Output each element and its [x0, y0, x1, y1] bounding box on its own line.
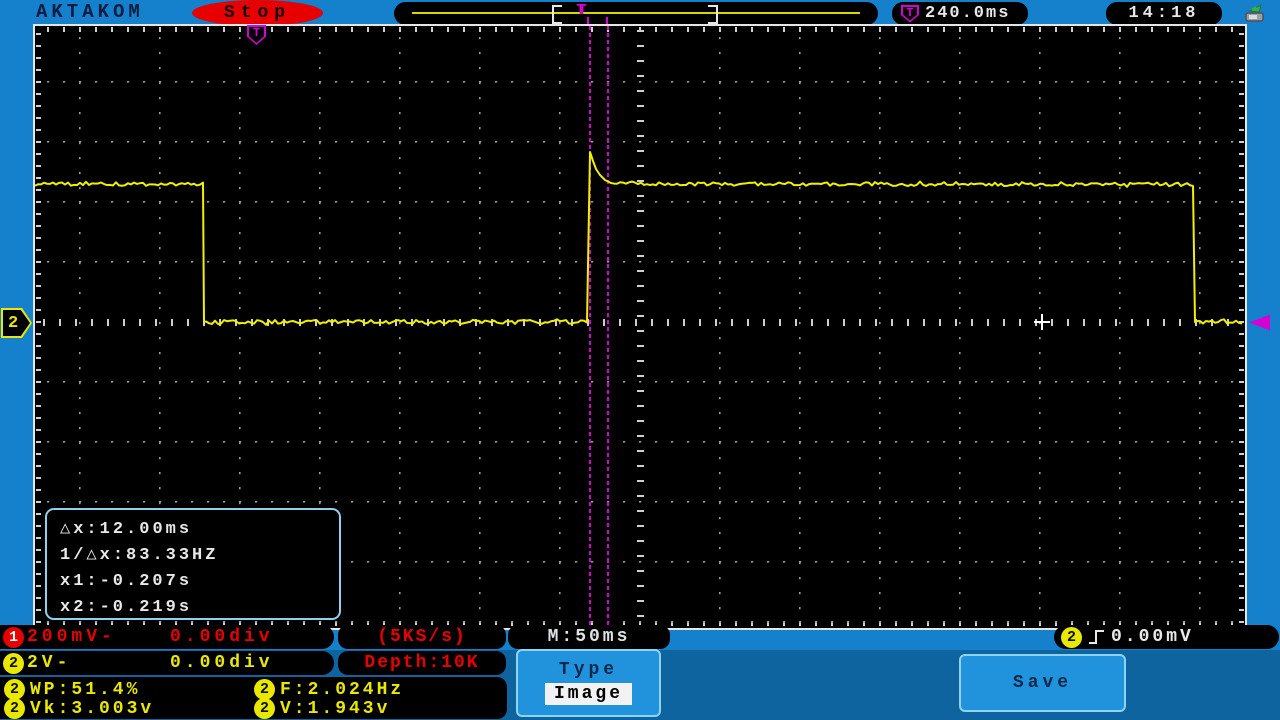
ch1-badge: 1 — [3, 626, 24, 648]
measurement-f: 2 F:2.024Hz — [254, 679, 404, 700]
ch2-scale: 2V- — [27, 653, 72, 673]
ch2-offset: 0.00div — [170, 653, 274, 673]
measurement-vk: 2 Vk:3.003v — [4, 698, 154, 719]
view-window-bracket-left[interactable] — [552, 5, 562, 24]
ch2-waveform-trace — [34, 151, 1243, 326]
trigger-time-value: 240.0ms — [925, 4, 1011, 23]
sample-rate-readout: (5KS/s) — [338, 625, 506, 649]
record-waveform-line — [412, 12, 860, 14]
meas-ch-badge: 2 — [4, 698, 25, 719]
trigger-time-readout: T 240.0ms — [892, 2, 1028, 25]
ch2-zero-marker[interactable]: 2 — [1, 308, 32, 338]
type-button-label: Type — [558, 660, 619, 680]
cursor-x2: x2:-0.219s — [60, 598, 193, 617]
trigger-source-badge: 2 — [1061, 626, 1082, 648]
ch2-readout: 2 2V- 0.00div — [0, 651, 334, 675]
rising-edge-icon — [1089, 630, 1104, 644]
run-state-indicator: Stop — [192, 0, 323, 26]
measurements-panel: 2 WP:51.4% 2 F:2.024Hz 2 Vk:3.003v 2 V:1… — [0, 677, 507, 719]
trigger-horizontal-badge[interactable]: T — [247, 25, 266, 45]
oscilloscope-screen: AKTAKOM Stop T T 240.0ms 14:18 T 2 △x:12… — [0, 0, 1280, 720]
ch1-offset: 0.00div — [170, 627, 274, 647]
trigger-position-marker-top[interactable]: T — [577, 3, 586, 18]
run-state-label: Stop — [223, 3, 292, 23]
record-position-bar[interactable]: T — [394, 2, 878, 25]
clock: 14:18 — [1106, 2, 1222, 25]
trigger-level-value: 0.00mV — [1111, 627, 1194, 647]
meas-ch-badge: 2 — [4, 679, 25, 700]
timebase-readout: M:50ms — [508, 625, 670, 649]
memory-depth-readout: Depth:10K — [338, 651, 506, 675]
cursor-readout-box: △x:12.00ms 1/△x:83.33HZ x1:-0.207s x2:-0… — [45, 508, 341, 620]
type-button-value[interactable]: Image — [544, 683, 632, 705]
type-button[interactable]: Type Image — [516, 649, 661, 717]
meas-ch-badge: 2 — [254, 698, 275, 719]
ch1-scale: 200mV- — [27, 627, 116, 647]
cursor-x1: x1:-0.207s — [60, 572, 193, 591]
usb-storage-icon — [1245, 3, 1264, 22]
ch1-readout: 1 200mV- 0.00div — [0, 625, 334, 649]
brand-logo: AKTAKOM — [36, 1, 144, 23]
save-button-label: Save — [1012, 673, 1073, 693]
trigger-level-readout: 2 0.00mV — [1054, 625, 1279, 649]
ch2-badge: 2 — [3, 652, 24, 674]
cursor-inv-dx: 1/△x:83.33HZ — [60, 546, 219, 565]
meas-ch-badge: 2 — [254, 679, 275, 700]
view-window-bracket-right[interactable] — [708, 5, 718, 24]
trigger-level-arrow[interactable] — [1249, 314, 1270, 331]
cursor-dx: △x:12.00ms — [60, 520, 193, 539]
measurement-v: 2 V:1.943v — [254, 698, 390, 719]
clock-value: 14:18 — [1128, 4, 1200, 23]
trigger-t-icon: T — [901, 4, 919, 23]
save-button[interactable]: Save — [959, 654, 1126, 712]
measurement-wp: 2 WP:51.4% — [4, 679, 140, 700]
